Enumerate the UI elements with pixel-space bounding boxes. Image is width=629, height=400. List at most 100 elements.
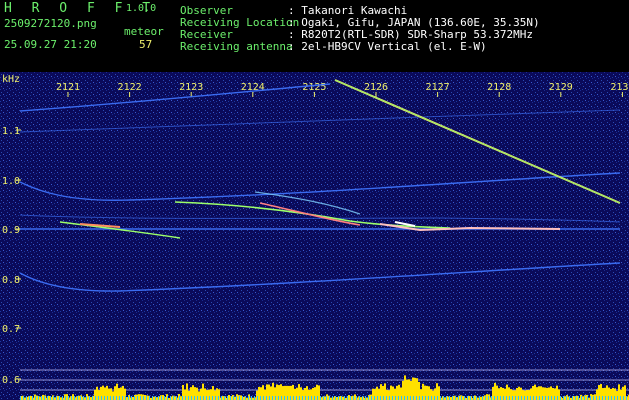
baseline-bar <box>314 396 315 400</box>
baseline-bar <box>302 396 303 400</box>
baseline-bar <box>476 396 477 400</box>
baseline-bar <box>89 396 90 400</box>
baseline-bar <box>281 396 282 400</box>
level-bar <box>486 394 488 400</box>
baseline-bar <box>236 396 237 400</box>
baseline-bar <box>68 396 69 400</box>
level-bar <box>432 390 434 400</box>
baseline-bar <box>503 396 504 400</box>
baseline-bar <box>125 396 126 400</box>
baseline-bar <box>569 396 570 400</box>
baseline-bar <box>413 396 414 400</box>
level-bar <box>162 395 164 400</box>
baseline-bar <box>524 396 525 400</box>
meteor-label: meteor <box>124 25 164 38</box>
baseline-bar <box>335 396 336 400</box>
baseline-bar <box>146 396 147 400</box>
baseline-bar <box>23 396 24 400</box>
baseline-bar <box>608 396 609 400</box>
baseline-bar <box>338 396 339 400</box>
level-bar <box>552 388 554 400</box>
meteor-count: 57 <box>139 38 153 51</box>
info-value-antenna: : 2el-HB9CV Vertical (el. E-W) <box>288 40 487 53</box>
level-bar <box>144 395 146 400</box>
level-bar <box>204 388 206 400</box>
level-bar <box>426 385 428 400</box>
level-bar <box>474 395 476 400</box>
baseline-bar <box>98 396 99 400</box>
level-bar <box>216 388 218 400</box>
level-bar <box>408 379 410 400</box>
level-bar <box>48 396 50 400</box>
y-tick-label: 0.9 <box>2 225 20 236</box>
baseline-bar <box>26 396 27 400</box>
baseline-bar <box>494 396 495 400</box>
baseline-bar <box>284 396 285 400</box>
level-bar <box>222 396 224 400</box>
baseline-bar <box>167 396 168 400</box>
baseline-bar <box>428 396 429 400</box>
baseline-bar <box>251 396 252 400</box>
level-bar <box>498 388 500 400</box>
level-bar <box>72 394 74 400</box>
baseline-bar <box>320 396 321 400</box>
baseline-bar <box>479 396 480 400</box>
baseline-bar <box>572 396 573 400</box>
baseline-bar <box>491 396 492 400</box>
baseline-bar <box>614 396 615 400</box>
baseline-bar <box>527 396 528 400</box>
x-tick-label: 2128 <box>487 82 511 93</box>
level-bar <box>288 385 290 400</box>
x-tick-label: 2121 <box>56 82 80 93</box>
level-bar <box>30 395 32 400</box>
baseline-bar <box>554 396 555 400</box>
baseline-bar <box>440 396 441 400</box>
level-bar <box>42 394 44 400</box>
baseline-bar <box>143 396 144 400</box>
level-bar <box>180 396 182 400</box>
x-tick-label: 2125 <box>302 82 326 93</box>
baseline-bar <box>245 396 246 400</box>
baseline-bar <box>383 396 384 400</box>
baseline-bar <box>248 396 249 400</box>
baseline-bar <box>419 396 420 400</box>
level-bar <box>546 387 548 400</box>
baseline-bar <box>497 396 498 400</box>
level-bar <box>534 384 536 400</box>
baseline-bar <box>203 396 204 400</box>
level-bar <box>564 396 566 400</box>
baseline-bar <box>437 396 438 400</box>
baseline-bar <box>128 396 129 400</box>
baseline-bar <box>464 396 465 400</box>
baseline-bar <box>449 396 450 400</box>
baseline-bar <box>53 396 54 400</box>
baseline-bar <box>470 396 471 400</box>
baseline-bar <box>233 396 234 400</box>
baseline-bar <box>224 396 225 400</box>
baseline-bar <box>542 396 543 400</box>
baseline-bar <box>158 396 159 400</box>
baseline-bar <box>329 396 330 400</box>
level-bar <box>102 385 104 400</box>
level-bar <box>198 391 200 400</box>
level-bar <box>192 385 194 400</box>
y-tick-label: 1.0 <box>2 176 20 187</box>
baseline-bar <box>473 396 474 400</box>
baseline-bar <box>242 396 243 400</box>
baseline-bar <box>86 396 87 400</box>
baseline-bar <box>443 396 444 400</box>
baseline-bar <box>341 396 342 400</box>
level-bar <box>66 394 68 400</box>
level-bar <box>618 384 620 400</box>
baseline-bar <box>539 396 540 400</box>
baseline-bar <box>296 396 297 400</box>
x-tick-label: 2123 <box>179 82 203 93</box>
baseline-bar <box>311 396 312 400</box>
baseline-bar <box>182 396 183 400</box>
info-label-antenna: Receiving antenna <box>180 40 293 53</box>
baseline-bar <box>209 396 210 400</box>
baseline-bar <box>602 396 603 400</box>
y-tick-label: 0.6 <box>2 375 20 386</box>
x-tick-label: 2127 <box>426 82 450 93</box>
baseline-bar <box>533 396 534 400</box>
